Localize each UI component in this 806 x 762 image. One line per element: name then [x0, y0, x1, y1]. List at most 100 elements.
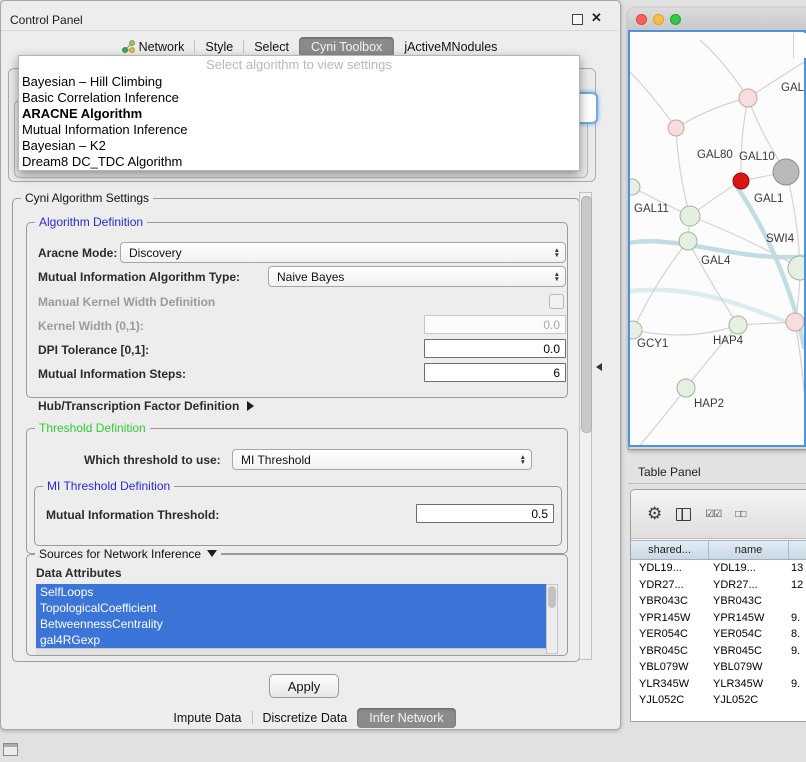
- table-row[interactable]: YBR045CYBR045C9.: [631, 643, 806, 660]
- mi-type-select[interactable]: Naive Bayes ▲▼: [268, 266, 566, 287]
- dropdown-placeholder: Select algorithm to view settings: [19, 56, 579, 74]
- mi-steps-field[interactable]: [424, 363, 566, 382]
- column-header-shared-name[interactable]: shared...: [631, 541, 709, 559]
- table-row[interactable]: YJL052CYJL052C: [631, 692, 806, 709]
- dropdown-item[interactable]: Dream8 DC_TDC Algorithm: [19, 154, 579, 170]
- dropdown-item[interactable]: Basic Correlation Inference: [19, 90, 579, 106]
- table-row[interactable]: YDL19...YDL19...13: [631, 560, 806, 577]
- network-tab-icon: [122, 40, 135, 53]
- column-header-name[interactable]: name: [709, 541, 789, 559]
- network-node[interactable]: [786, 313, 804, 331]
- gear-icon[interactable]: ⚙: [647, 504, 662, 524]
- dropdown-item[interactable]: Mutual Information Inference: [19, 122, 579, 138]
- dropdown-item[interactable]: Bayesian – K2: [19, 138, 579, 154]
- collapse-panel-arrow[interactable]: [596, 363, 602, 371]
- table-row[interactable]: YDR27...YDR27...12: [631, 577, 806, 594]
- zoom-traffic-light[interactable]: [670, 14, 681, 25]
- tab-jactivemnodules[interactable]: jActiveMNodules: [394, 37, 507, 57]
- node-label: HAP4: [713, 335, 744, 347]
- float-window-icon[interactable]: [572, 14, 583, 25]
- hub-section-toggle[interactable]: Hub/Transcription Factor Definition: [38, 399, 254, 413]
- network-node[interactable]: [739, 89, 757, 107]
- tab-style[interactable]: Style: [195, 37, 243, 57]
- aracne-mode-select[interactable]: Discovery ▲▼: [120, 242, 566, 263]
- which-threshold-select[interactable]: MI Threshold ▲▼: [232, 449, 532, 470]
- tab-network[interactable]: Network: [112, 37, 195, 57]
- minimized-panel-icon[interactable]: [3, 743, 18, 756]
- tab-select[interactable]: Select: [244, 37, 299, 57]
- close-traffic-light[interactable]: [636, 14, 647, 25]
- select-all-checkboxes-icon[interactable]: ☑☑: [705, 509, 721, 520]
- sources-title-text: Sources for Network Inference: [39, 547, 201, 561]
- table-body: YDL19...YDL19...13 YDR27...YDR27...12 YB…: [631, 560, 806, 721]
- table-row[interactable]: YLR345WYLR345W9.: [631, 676, 806, 693]
- attribute-item[interactable]: BetweennessCentrality: [36, 616, 546, 632]
- manual-kernel-checkbox[interactable]: [549, 294, 564, 309]
- dpi-tolerance-field[interactable]: [424, 339, 566, 358]
- network-node[interactable]: [680, 206, 700, 226]
- node-label: SWI4: [766, 233, 795, 245]
- network-node[interactable]: [679, 232, 697, 250]
- node-label: GAL10: [739, 151, 775, 163]
- tab-label: Cyni Toolbox: [311, 40, 382, 54]
- cell: YBR043C: [631, 593, 709, 610]
- network-node-selected[interactable]: [733, 173, 749, 189]
- network-vscrollbar[interactable]: [793, 33, 806, 58]
- cell: YJL052C: [709, 692, 789, 709]
- network-canvas[interactable]: GAL GAL80 GAL10 GAL11 GAL1 SWI4 GAL4 GCY…: [628, 30, 806, 447]
- dropdown-item-selected[interactable]: ARACNE Algorithm: [19, 106, 579, 122]
- node-label: GAL11: [634, 203, 669, 215]
- cell: YBR043C: [709, 593, 789, 610]
- cell: YPR145W: [631, 610, 709, 627]
- dpi-tolerance-label: DPI Tolerance [0,1]:: [38, 343, 149, 357]
- which-threshold-label: Which threshold to use:: [84, 453, 221, 467]
- column-header-partial[interactable]: [789, 541, 806, 559]
- attribute-list-hscrollbar[interactable]: [36, 648, 546, 655]
- cell: [789, 692, 806, 709]
- network-node-hub[interactable]: [773, 159, 799, 185]
- apply-button[interactable]: Apply: [269, 674, 339, 698]
- expand-right-icon: [247, 401, 254, 411]
- table-row[interactable]: YPR145WYPR145W9.: [631, 610, 806, 627]
- attribute-list-vscroll-thumb[interactable]: [548, 586, 556, 608]
- cell: 9.: [789, 643, 806, 660]
- tab-cyni-toolbox[interactable]: Cyni Toolbox: [299, 37, 394, 57]
- network-node[interactable]: [729, 316, 747, 334]
- tab-discretize-data[interactable]: Discretize Data: [253, 708, 358, 728]
- combo-arrows-icon: ▲▼: [554, 248, 560, 258]
- table-row[interactable]: YBR043CYBR043C: [631, 593, 806, 610]
- table-row[interactable]: YBL079WYBL079W: [631, 659, 806, 676]
- columns-icon[interactable]: [676, 508, 691, 521]
- cell: YJL052C: [631, 692, 709, 709]
- network-node[interactable]: [630, 179, 640, 195]
- mi-threshold-field[interactable]: [416, 504, 554, 523]
- network-node[interactable]: [677, 379, 695, 397]
- sources-title[interactable]: Sources for Network Inference: [35, 547, 221, 562]
- tab-label: jActiveMNodules: [404, 40, 497, 54]
- settings-scrollbar-thumb[interactable]: [581, 196, 592, 433]
- algorithm-definition-title: Algorithm Definition: [35, 215, 147, 230]
- network-node[interactable]: [630, 321, 642, 339]
- table-header: shared... name: [631, 540, 806, 560]
- kernel-width-field[interactable]: [424, 315, 566, 334]
- titlebar-divider: [1, 30, 618, 31]
- dropdown-item[interactable]: Bayesian – Hill Climbing: [19, 74, 579, 90]
- deselect-checkboxes-icon[interactable]: □□: [735, 509, 745, 520]
- algorithm-dropdown-popup: Select algorithm to view settings Bayesi…: [18, 55, 580, 171]
- minimize-traffic-light[interactable]: [653, 14, 664, 25]
- attribute-item[interactable]: TopologicalCoefficient: [36, 600, 546, 616]
- attribute-item[interactable]: SelfLoops: [36, 584, 546, 600]
- attribute-item[interactable]: gal4RGexp: [36, 632, 546, 648]
- close-icon[interactable]: ✕: [591, 10, 602, 26]
- network-node[interactable]: [788, 256, 804, 280]
- node-label: GCY1: [637, 338, 668, 350]
- tab-infer-network[interactable]: Infer Network: [357, 708, 455, 728]
- tab-label: Select: [254, 40, 289, 54]
- node-label: HAP2: [694, 398, 724, 410]
- which-threshold-value: MI Threshold: [233, 453, 311, 467]
- cell: [789, 659, 806, 676]
- table-row[interactable]: YER054CYER054C8.: [631, 626, 806, 643]
- tab-impute-data[interactable]: Impute Data: [163, 708, 251, 728]
- cell: 8.: [789, 626, 806, 643]
- network-node[interactable]: [668, 120, 684, 136]
